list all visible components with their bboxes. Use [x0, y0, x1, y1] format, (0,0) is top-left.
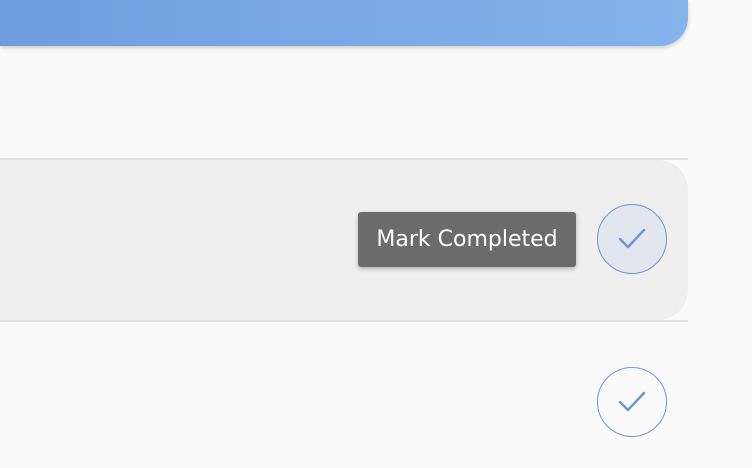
mark-completed-button[interactable]: [597, 204, 667, 274]
task-row[interactable]: [0, 322, 688, 468]
header-bar: [0, 0, 688, 46]
task-list-page: Mark Completed: [0, 0, 752, 468]
checkmark-icon: [618, 391, 646, 412]
checkmark-icon: [618, 228, 646, 249]
mark-completed-tooltip: Mark Completed: [358, 212, 576, 267]
task-row[interactable]: Mark Completed: [0, 160, 688, 320]
mark-completed-button[interactable]: [597, 367, 667, 437]
